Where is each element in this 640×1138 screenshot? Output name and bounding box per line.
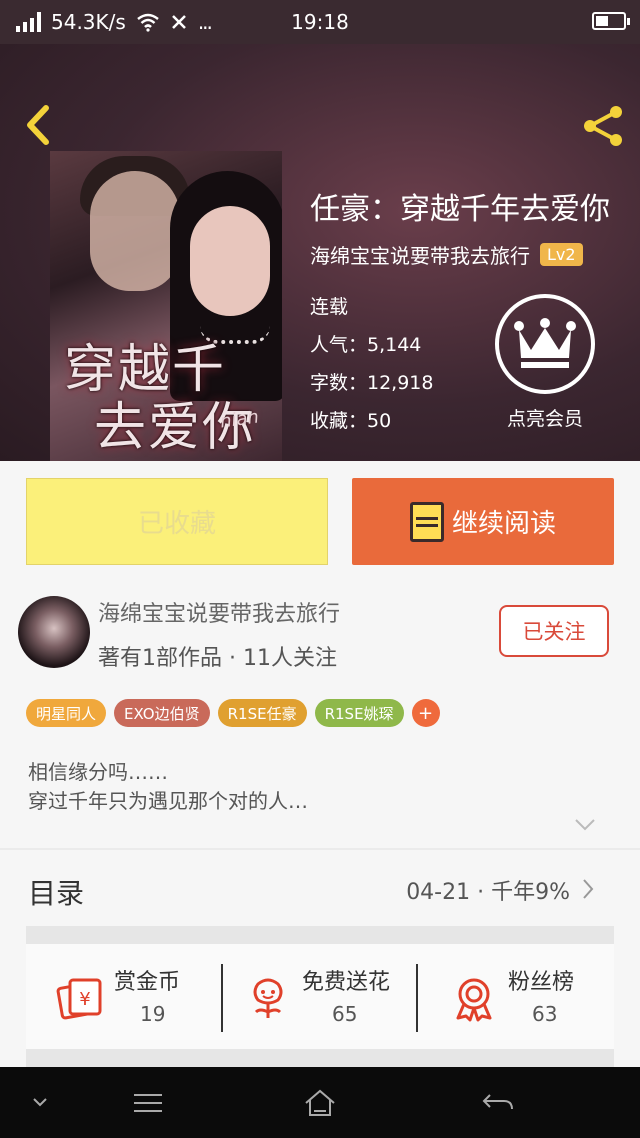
catalog-latest-chapter: 04-21 · 千年9% — [406, 880, 570, 905]
menu-icon[interactable] — [128, 1087, 168, 1119]
system-nav-bar — [0, 1067, 640, 1138]
fan-ranking-stat[interactable]: 粉丝榜 63 — [450, 964, 610, 1034]
follow-button[interactable]: 已关注 — [499, 605, 609, 657]
reward-coins-stat[interactable]: ¥ 赏金币 19 — [56, 964, 216, 1034]
continue-reading-button[interactable]: 继续阅读 — [352, 478, 614, 565]
vip-label: 点亮会员 — [506, 408, 583, 430]
section-separator — [26, 926, 614, 944]
author-level-badge: Lv2 — [540, 243, 583, 266]
fan-ranking-icon — [456, 978, 492, 1022]
book-popularity: 人气：5,144 — [310, 334, 422, 356]
collected-button[interactable]: 已收藏 — [26, 478, 328, 565]
tag-r1se-renhao[interactable]: R1SE任豪 — [217, 699, 307, 727]
share-icon[interactable] — [582, 104, 626, 148]
book-word-count: 字数：12,918 — [310, 372, 434, 394]
battery-icon — [592, 12, 630, 30]
book-status: 连载 — [310, 296, 349, 318]
book-header: 穿越千 去爱你 nian 任豪：穿越千年去爱你 海绵宝宝说要带我去旅行 Lv2 … — [0, 44, 640, 461]
status-bar: 54.3K/s ... 19:18 — [0, 0, 640, 44]
chevron-down-icon[interactable] — [26, 1087, 66, 1119]
section-separator — [26, 1049, 614, 1067]
book-icon — [409, 501, 444, 542]
reward-coin-icon: ¥ — [56, 978, 102, 1020]
clock: 19:18 — [291, 10, 349, 34]
author-name[interactable]: 海绵宝宝说要带我去旅行 — [98, 596, 340, 628]
book-author[interactable]: 海绵宝宝说要带我去旅行 — [310, 240, 530, 269]
author-avatar[interactable] — [18, 596, 90, 668]
expand-chevron-icon[interactable] — [574, 818, 596, 832]
reward-coins-label: 赏金币 — [114, 970, 181, 995]
book-description: 相信缘分吗…… 穿过千年只为遇见那个对的人… — [28, 760, 308, 813]
book-title: 任豪：穿越千年去爱你 — [310, 192, 610, 227]
tag-list: 明星同人 EXO边伯贤 R1SE任豪 R1SE姚琛 + — [26, 699, 440, 727]
book-cover[interactable]: 穿越千 去爱你 nian — [50, 151, 282, 461]
catalog-row[interactable]: 目录 04-21 · 千年9% — [0, 850, 640, 926]
book-stats: 连载 人气：5,144 字数：12,918 收藏：50 — [310, 288, 433, 440]
fan-ranking-value: 63 — [532, 1002, 558, 1026]
tag-r1se-yaochen[interactable]: R1SE姚琛 — [314, 699, 404, 727]
book-author-row[interactable]: 海绵宝宝说要带我去旅行 Lv2 — [310, 240, 583, 269]
stat-separator — [416, 964, 418, 1032]
interaction-stats: ¥ 赏金币 19 免费送花 65 粉丝榜 63 — [26, 944, 614, 1049]
chevron-right-icon — [583, 879, 594, 899]
svg-text:¥: ¥ — [79, 989, 90, 1010]
tag-exo-baekhyun[interactable]: EXO边伯贤 — [114, 699, 210, 727]
stat-separator — [221, 964, 223, 1032]
tag-star-fanfic[interactable]: 明星同人 — [26, 699, 107, 727]
free-flowers-stat[interactable]: 免费送花 65 — [244, 964, 424, 1034]
free-flowers-label: 免费送花 — [302, 970, 391, 995]
crown-icon — [514, 318, 576, 368]
back-icon[interactable] — [478, 1087, 518, 1119]
book-favorites: 收藏：50 — [310, 410, 392, 432]
vip-button[interactable]: 点亮会员 — [490, 294, 600, 431]
catalog-label: 目录 — [28, 877, 85, 910]
continue-reading-label: 继续阅读 — [451, 509, 556, 539]
add-tag-button[interactable]: + — [411, 699, 440, 727]
free-flowers-value: 65 — [332, 1002, 358, 1026]
home-icon[interactable] — [300, 1087, 340, 1119]
fan-ranking-label: 粉丝榜 — [508, 970, 575, 995]
cover-title: 穿越千 去爱你 — [64, 340, 257, 458]
back-arrow-icon[interactable] — [18, 100, 58, 150]
flower-icon — [253, 978, 283, 1018]
reward-coins-value: 19 — [140, 1002, 166, 1026]
author-meta: 著有1部作品 · 11人关注 — [98, 646, 337, 671]
